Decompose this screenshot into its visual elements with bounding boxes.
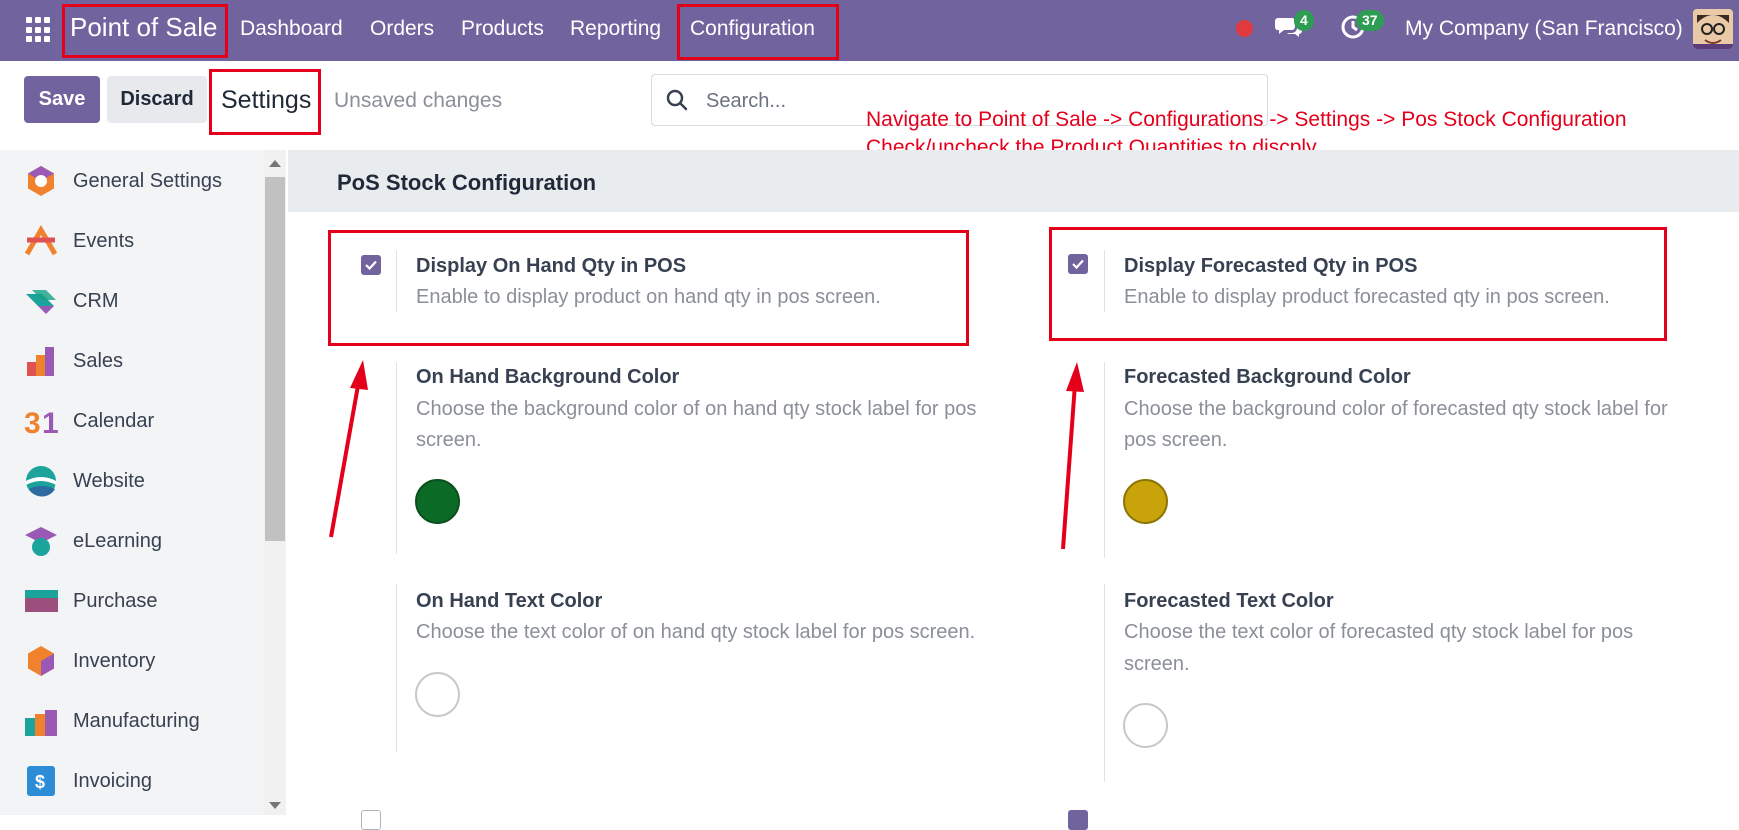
divider — [396, 250, 397, 312]
onhand-text-title: On Hand Text Color — [416, 590, 603, 612]
company-switcher[interactable]: My Company (San Francisco) — [1405, 17, 1683, 41]
menu-reporting[interactable]: Reporting — [570, 17, 661, 41]
menu-dashboard[interactable]: Dashboard — [240, 17, 343, 41]
divider — [1104, 250, 1105, 312]
sidebar-item-invoicing[interactable]: $ Invoicing — [0, 754, 262, 808]
forecasted-bg-desc: Choose the background color of forecaste… — [1124, 398, 1668, 420]
onhand-text-color-swatch[interactable] — [415, 672, 460, 717]
purchase-icon — [25, 590, 58, 612]
invoicing-icon: $ — [27, 766, 55, 796]
website-icon — [26, 466, 56, 497]
display-onhand-checkbox[interactable] — [361, 255, 381, 275]
unsaved-status: Unsaved changes — [334, 89, 503, 112]
sidebar-item-label: Sales — [73, 349, 124, 372]
next-setting-checkbox-checked[interactable] — [1068, 810, 1088, 830]
top-navbar: Point of Sale Dashboard Orders Products … — [0, 0, 1739, 61]
forecasted-bg-desc-cont: pos screen. — [1124, 429, 1228, 451]
sidebar-item-website[interactable]: Website — [0, 454, 262, 508]
sidebar-item-label: Invoicing — [73, 769, 152, 792]
sidebar-item-general-settings[interactable]: General Settings — [0, 154, 262, 208]
inventory-icon — [28, 646, 54, 676]
onhand-text-desc: Choose the text color of on hand qty sto… — [416, 621, 976, 643]
forecasted-bg-color-swatch[interactable] — [1123, 479, 1168, 524]
menu-orders[interactable]: Orders — [370, 17, 434, 41]
onhand-bg-desc: Choose the background color of on hand q… — [416, 398, 977, 420]
menu-products[interactable]: Products — [461, 17, 544, 41]
display-onhand-desc: Enable to display product on hand qty in… — [416, 286, 881, 308]
onhand-bg-desc-cont: screen. — [416, 429, 482, 451]
search-icon — [666, 89, 688, 111]
highlight-app-brand — [62, 4, 228, 58]
highlight-configuration — [677, 4, 839, 60]
divider — [396, 584, 397, 752]
svg-text:3: 3 — [24, 407, 41, 438]
elearning-icon — [25, 527, 57, 556]
forecasted-text-desc-cont: screen. — [1124, 653, 1190, 675]
sidebar-item-label: eLearning — [73, 529, 162, 552]
save-button[interactable]: Save — [24, 76, 100, 123]
divider — [1104, 584, 1105, 782]
sidebar-item-elearning[interactable]: eLearning — [0, 514, 262, 568]
divider — [1104, 362, 1105, 558]
recording-indicator[interactable] — [1236, 20, 1253, 37]
messages-badge: 4 — [1294, 10, 1314, 31]
activities-badge: 37 — [1356, 10, 1384, 31]
discard-button[interactable]: Discard — [107, 76, 207, 123]
scroll-up-arrow-icon[interactable] — [269, 160, 281, 167]
display-forecasted-checkbox[interactable] — [1068, 254, 1088, 274]
onhand-bg-color-swatch[interactable] — [415, 479, 460, 524]
display-forecasted-desc: Enable to display product forecasted qty… — [1124, 286, 1610, 308]
sidebar-item-label: Purchase — [73, 589, 158, 612]
sidebar-item-crm[interactable]: CRM — [0, 274, 262, 328]
sidebar-item-purchase[interactable]: Purchase — [0, 574, 262, 628]
forecasted-text-title: Forecasted Text Color — [1124, 590, 1334, 612]
sidebar-item-label: Calendar — [73, 409, 155, 432]
display-forecasted-title: Display Forecasted Qty in POS — [1124, 255, 1418, 277]
section-title: PoS Stock Configuration — [337, 170, 597, 195]
page-title: Settings — [221, 86, 312, 114]
sidebar-item-sales[interactable]: Sales — [0, 334, 262, 388]
sales-icon — [27, 347, 54, 376]
apps-menu-icon[interactable] — [26, 17, 52, 43]
display-onhand-title: Display On Hand Qty in POS — [416, 255, 687, 277]
sidebar-item-label: Manufacturing — [73, 709, 200, 732]
sidebar-item-calendar[interactable]: 3 1 Calendar — [0, 394, 262, 448]
crm-icon — [26, 290, 56, 314]
settings-sidebar: General Settings Events CRM Sales 3 1 Ca… — [0, 150, 264, 815]
forecasted-text-color-swatch[interactable] — [1123, 703, 1168, 748]
checkmark-icon — [1072, 259, 1084, 270]
sidebar-item-label: Inventory — [73, 649, 156, 672]
divider — [396, 362, 397, 554]
general-settings-icon — [28, 166, 54, 196]
calendar-icon: 3 1 — [24, 407, 58, 438]
sidebar-item-label: General Settings — [73, 169, 222, 192]
manufacturing-icon — [25, 710, 57, 736]
onhand-bg-title: On Hand Background Color — [416, 366, 680, 388]
sidebar-item-label: Website — [73, 469, 145, 492]
scroll-down-arrow-icon[interactable] — [269, 802, 281, 809]
sidebar-scroll-thumb[interactable] — [265, 177, 285, 541]
user-avatar[interactable] — [1693, 9, 1733, 49]
svg-text:$: $ — [35, 772, 45, 792]
svg-text:1: 1 — [42, 407, 58, 438]
next-setting-checkbox[interactable] — [361, 810, 381, 830]
checkmark-icon — [365, 260, 377, 271]
sidebar-item-events[interactable]: Events — [0, 214, 262, 268]
sidebar-item-label: Events — [73, 229, 135, 252]
sidebar-item-inventory[interactable]: Inventory — [0, 634, 262, 688]
forecasted-text-desc: Choose the text color of forecasted qty … — [1124, 621, 1634, 643]
forecasted-bg-title: Forecasted Background Color — [1124, 366, 1411, 388]
annotation-line-1: Navigate to Point of Sale -> Configurati… — [866, 108, 1627, 131]
sidebar-item-manufacturing[interactable]: Manufacturing — [0, 694, 262, 748]
sidebar-item-label: CRM — [73, 289, 119, 312]
events-icon — [24, 225, 58, 256]
